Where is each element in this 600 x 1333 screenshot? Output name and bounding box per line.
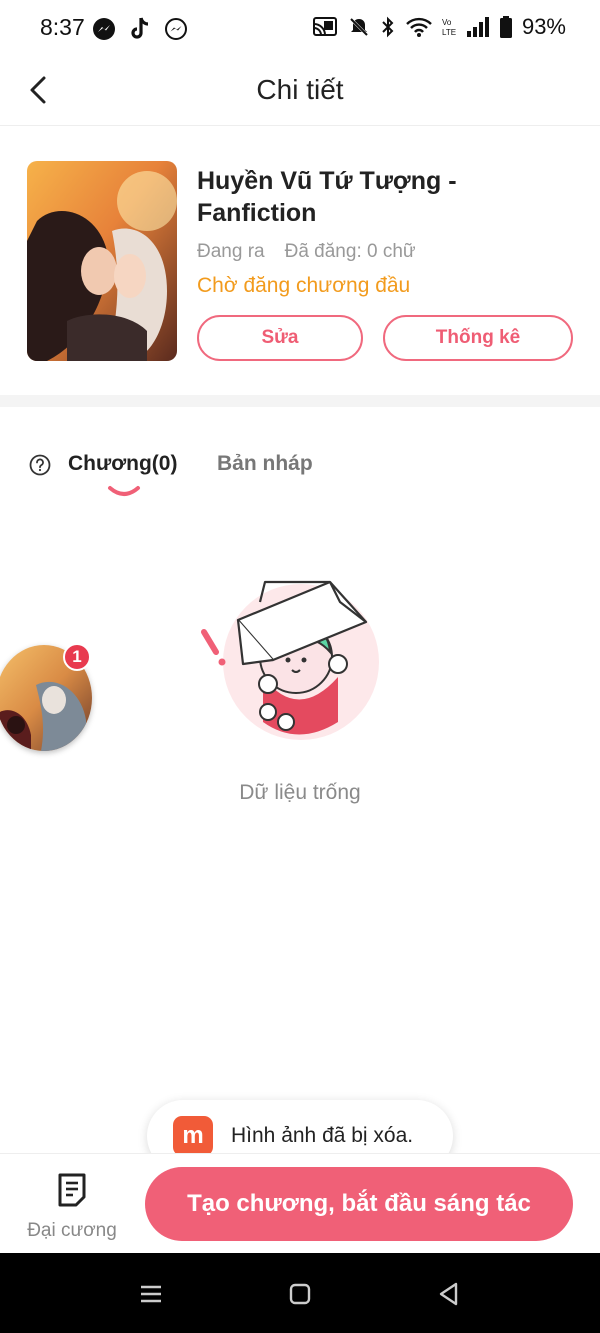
status-left-icons (92, 16, 188, 42)
tab-drafts[interactable]: Bản nháp (217, 452, 313, 476)
notification-badge: 1 (63, 643, 91, 671)
tab-chapters[interactable]: Chương(0) (68, 452, 177, 476)
system-navigation-bar (0, 1253, 600, 1333)
novel-state: Đang ra (197, 241, 265, 262)
home-icon[interactable] (285, 1279, 315, 1309)
section-divider (0, 395, 600, 407)
empty-box-illustration (201, 580, 379, 740)
bottom-action-bar: Đại cương Tạo chương, bắt đầu sáng tác (0, 1153, 600, 1253)
novel-cover-image[interactable] (27, 161, 177, 361)
novel-title: Huyền Vũ Tứ Tượng - Fanfiction (197, 167, 457, 227)
back-triangle-icon[interactable] (434, 1279, 464, 1309)
header: Chi tiết (0, 56, 600, 126)
outline-button[interactable]: Đại cương (22, 1170, 122, 1250)
document-list-icon (58, 1173, 86, 1207)
page-title: Chi tiết (256, 74, 344, 105)
question-circle-icon[interactable] (29, 454, 51, 476)
toast-text: Hình ảnh đã bị xóa. (231, 1124, 414, 1147)
status-right-icons: Vo LTE 93% (312, 14, 566, 40)
novel-card: Huyền Vũ Tứ Tượng - Fanfiction Đang ra Đ… (0, 127, 600, 395)
novel-meta: Đang ra Đã đăng: 0 chữ (197, 241, 416, 263)
svg-text:Vo: Vo (442, 18, 452, 27)
outline-label: Đại cương (27, 1220, 117, 1241)
status-time: 8:37 (40, 14, 85, 40)
tiktok-icon (131, 17, 149, 39)
tab-bar: Chương(0) Bản nháp (0, 440, 600, 500)
empty-state-text: Dữ liệu trống (239, 781, 361, 804)
publish-status: Chờ đăng chương đầu (197, 274, 411, 297)
messenger-icon (93, 18, 115, 40)
signal-icon (466, 17, 489, 37)
battery-icon (499, 16, 512, 38)
novel-word-count: Đã đăng: 0 chữ (284, 241, 416, 262)
cast-icon (312, 17, 337, 36)
cover-artwork (27, 161, 177, 361)
messenger-icon (165, 18, 187, 40)
mute-icon (349, 17, 369, 37)
bluetooth-icon (382, 16, 394, 38)
create-chapter-button[interactable]: Tạo chương, bắt đầu sáng tác (145, 1167, 573, 1241)
edit-button[interactable]: Sửa (197, 315, 363, 361)
recent-apps-icon[interactable] (136, 1279, 166, 1309)
battery-percent: 93% (521, 14, 566, 39)
app-logo-icon: m (173, 1116, 213, 1156)
volte-icon: VoLTE (442, 18, 456, 37)
tab-active-indicator (108, 486, 140, 496)
status-bar: 8:37 Vo LTE 93% (0, 0, 600, 56)
stats-button[interactable]: Thống kê (383, 315, 573, 361)
svg-text:LTE: LTE (442, 28, 456, 37)
wifi-icon (406, 17, 432, 37)
